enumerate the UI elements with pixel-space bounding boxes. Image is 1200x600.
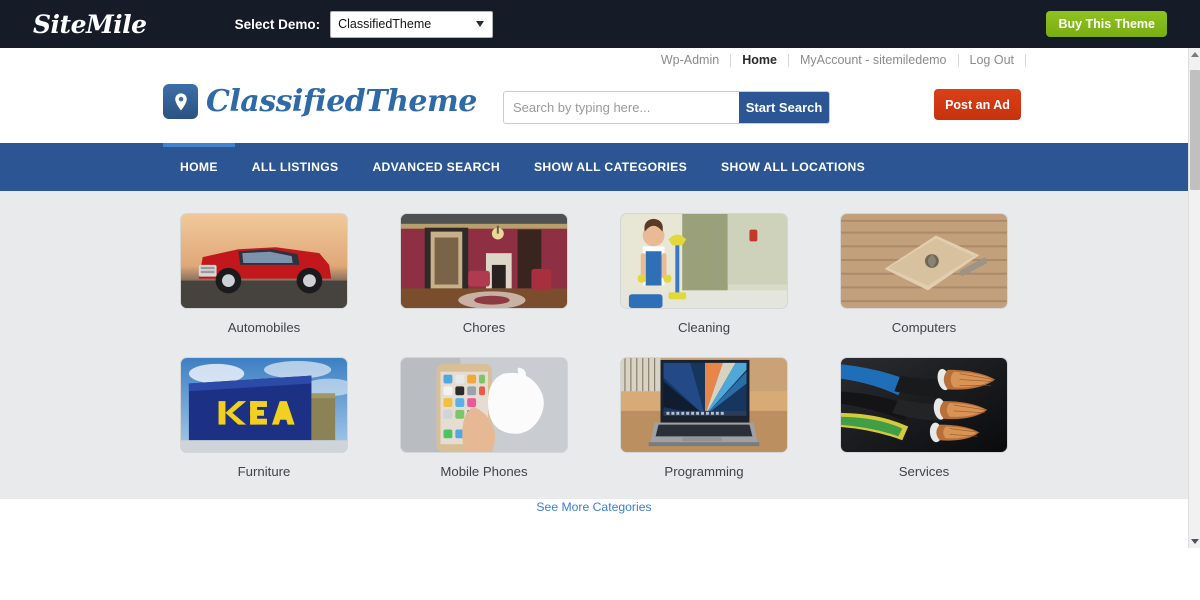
scroll-down-arrow-icon[interactable]: [1189, 535, 1200, 548]
category-label: Programming: [664, 464, 744, 479]
utility-link-home[interactable]: Home: [731, 53, 788, 67]
category-label: Computers: [891, 320, 957, 335]
site-page: Wp-Admin Home MyAccount - sitemiledemo L…: [0, 48, 1188, 548]
chevron-down-icon: [476, 21, 485, 27]
see-more-wrapper: See More Categories: [0, 498, 1188, 516]
site-logo[interactable]: ClassifiedTheme: [163, 84, 477, 119]
nav-item-advanced-search[interactable]: ADVANCED SEARCH: [355, 143, 517, 191]
demo-select-dropdown[interactable]: ClassifiedTheme: [330, 10, 494, 38]
sitemile-brand-logo[interactable]: SiteMile: [33, 10, 147, 39]
main-nav: HOME ALL LISTINGS ADVANCED SEARCH SHOW A…: [0, 143, 1188, 191]
select-demo-label: Select Demo:: [234, 16, 321, 32]
category-label: Mobile Phones: [440, 464, 528, 479]
demo-top-bar: SiteMile Select Demo: ClassifiedTheme Bu…: [0, 0, 1200, 48]
category-card-services[interactable]: Services: [814, 357, 1034, 479]
category-card-automobiles[interactable]: Automobiles: [154, 213, 374, 335]
cleaner-with-mop-photo: [620, 213, 788, 309]
category-label: Services: [898, 464, 950, 479]
category-card-chores[interactable]: Chores: [374, 213, 594, 335]
laptop-on-wooden-desk-photo: [620, 357, 788, 453]
search-input[interactable]: [504, 92, 739, 123]
category-label: Automobiles: [227, 320, 301, 335]
vertical-scrollbar[interactable]: [1188, 48, 1200, 548]
copper-electrical-cables-photo: [840, 357, 1008, 453]
page-below-viewport: [0, 548, 1200, 600]
site-logo-text: ClassifiedTheme: [206, 84, 477, 119]
ikea-store-building-photo: [180, 357, 348, 453]
category-card-programming[interactable]: Programming: [594, 357, 814, 479]
masthead: ClassifiedTheme Start Search Post an Ad: [0, 72, 1188, 143]
scroll-up-arrow-icon[interactable]: [1189, 48, 1200, 61]
nav-item-show-all-categories[interactable]: SHOW ALL CATEGORIES: [517, 143, 704, 191]
utility-link-log-out[interactable]: Log Out: [959, 53, 1025, 67]
victorian-living-room-photo: [400, 213, 568, 309]
utility-link-myaccount[interactable]: MyAccount - sitemiledemo: [789, 53, 958, 67]
category-content-area: Automobiles Chores Cleaning Computers Fu…: [0, 191, 1188, 514]
utility-nav-separator: [1025, 53, 1026, 67]
utility-link-wp-admin[interactable]: Wp-Admin: [650, 53, 730, 67]
nav-item-all-listings[interactable]: ALL LISTINGS: [235, 143, 356, 191]
start-search-button[interactable]: Start Search: [739, 92, 829, 123]
category-card-mobile-phones[interactable]: Mobile Phones: [374, 357, 594, 479]
category-grid: Automobiles Chores Cleaning Computers Fu…: [154, 213, 1034, 479]
post-an-ad-button[interactable]: Post an Ad: [934, 89, 1021, 120]
demo-select-value: ClassifiedTheme: [338, 17, 432, 31]
utility-nav: Wp-Admin Home MyAccount - sitemiledemo L…: [0, 48, 1188, 72]
see-more-categories-link[interactable]: See More Categories: [536, 500, 651, 514]
category-card-computers[interactable]: Computers: [814, 213, 1034, 335]
category-label: Cleaning: [677, 320, 731, 335]
gold-laptop-on-desk-photo: [840, 213, 1008, 309]
nav-item-home[interactable]: HOME: [163, 143, 235, 191]
browser-viewport: Wp-Admin Home MyAccount - sitemiledemo L…: [0, 48, 1200, 548]
demo-selector-group: Select Demo: ClassifiedTheme: [234, 10, 494, 38]
nav-item-show-all-locations[interactable]: SHOW ALL LOCATIONS: [704, 143, 882, 191]
category-label: Furniture: [237, 464, 291, 479]
scrollbar-thumb[interactable]: [1190, 70, 1200, 190]
category-card-furniture[interactable]: Furniture: [154, 357, 374, 479]
red-pickup-truck-photo: [180, 213, 348, 309]
hand-holding-smartphone-photo: [400, 357, 568, 453]
map-pin-icon: [163, 84, 198, 119]
search-box: Start Search: [503, 91, 830, 124]
category-card-cleaning[interactable]: Cleaning: [594, 213, 814, 335]
buy-this-theme-button[interactable]: Buy This Theme: [1046, 11, 1167, 37]
category-label: Chores: [462, 320, 506, 335]
